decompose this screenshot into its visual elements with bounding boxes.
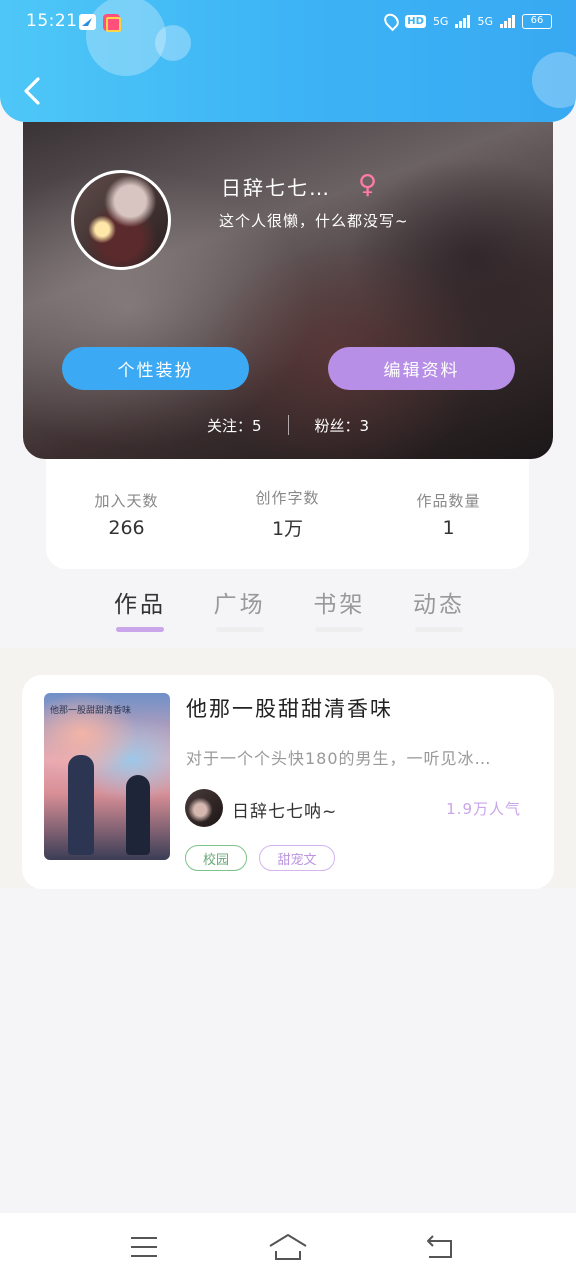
stat-word-count: 创作字数 1万 (218, 487, 358, 541)
stat-value: 266 (108, 516, 145, 539)
status-right: HD 5G 5G 66 (381, 10, 552, 32)
popularity-count: 1.9万人气 (446, 800, 521, 818)
follow-stats: 关注：5 粉丝：3 (23, 414, 553, 436)
author-name: 日辞七七呐~ (232, 802, 338, 822)
stat-join-days: 加入天数 266 (57, 490, 197, 539)
tab-activity[interactable]: 动态 (391, 585, 487, 635)
system-navbar (0, 1213, 576, 1280)
system-back-button[interactable] (420, 1231, 460, 1263)
work-title: 他那一股甜甜清香味 (186, 697, 393, 721)
stat-value: 1 (442, 516, 455, 539)
tab-bookshelf[interactable]: 书架 (291, 585, 387, 635)
profile-tabs: 作品 广场 书架 动态 (92, 585, 487, 635)
female-gender-icon: ♀ (358, 170, 378, 200)
cover-figure (68, 755, 94, 855)
stat-label: 创作字数 (255, 489, 320, 507)
return-icon (427, 1235, 452, 1258)
profile-card: 日辞七七… ♀ 这个人很懒，什么都没写~ 个性装扮 编辑资料 关注：5 粉丝：3 (23, 122, 553, 459)
stat-label: 作品数量 (416, 491, 481, 510)
followers-count[interactable]: 粉丝：3 (315, 415, 370, 436)
following-count[interactable]: 关注：5 (207, 415, 262, 436)
hd-badge: HD (405, 14, 426, 28)
battery-icon: 66 (522, 13, 552, 29)
tab-indicator (215, 627, 264, 632)
tab-indicator (414, 627, 463, 632)
status-bar: 15:21 HD 5G 5G 66 (0, 0, 576, 44)
tab-indicator (315, 627, 364, 632)
book-cover[interactable]: 他那一股甜甜清香味 (44, 693, 170, 860)
menu-icon (131, 1237, 157, 1257)
tab-label: 书架 (313, 592, 366, 618)
back-button[interactable] (18, 74, 46, 108)
tab-indicator (116, 627, 164, 632)
stat-label: 加入天数 (94, 491, 159, 510)
tag-sweet-romance: 甜宠文 (259, 845, 335, 871)
header: 15:21 HD 5G 5G 66 (0, 0, 576, 122)
cover-caption: 他那一股甜甜清香味 (50, 706, 132, 716)
menu-button[interactable] (124, 1231, 164, 1263)
stats-card: 加入天数 266 创作字数 1万 作品数量 1 (46, 459, 529, 569)
location-icon (381, 10, 403, 32)
author-avatar (185, 789, 223, 827)
tab-label: 作品 (114, 592, 166, 618)
signal-icon (455, 14, 471, 28)
dress-up-button[interactable]: 个性装扮 (62, 347, 249, 390)
cover-figure (126, 775, 150, 855)
send-app-icon (79, 14, 96, 30)
divider (287, 415, 289, 435)
stat-value: 1万 (271, 518, 304, 540)
tab-label: 广场 (213, 592, 266, 618)
app-notification-icon (103, 14, 121, 32)
network-label-2: 5G (477, 14, 493, 28)
work-description: 对于一个个头快180的男生，一听见冰… (186, 749, 492, 768)
stat-works-count: 作品数量 1 (379, 490, 519, 539)
username: 日辞七七… (221, 176, 331, 200)
chevron-left-icon (24, 77, 40, 105)
user-bio: 这个人很懒，什么都没写~ (219, 212, 409, 230)
status-time: 15:21 (26, 11, 78, 31)
decor-bubble (532, 52, 576, 108)
home-button[interactable] (268, 1231, 308, 1263)
signal-icon (500, 14, 515, 28)
work-card[interactable]: 他那一股甜甜清香味 他那一股甜甜清香味 对于一个个头快180的男生，一听见冰… … (22, 675, 554, 889)
tab-works[interactable]: 作品 (92, 585, 188, 635)
tab-square[interactable]: 广场 (192, 585, 288, 635)
home-icon (269, 1234, 307, 1260)
edit-profile-button[interactable]: 编辑资料 (328, 347, 515, 390)
avatar[interactable] (71, 170, 171, 270)
tag-campus: 校园 (185, 845, 247, 871)
tab-label: 动态 (412, 592, 465, 618)
network-label-1: 5G (432, 14, 449, 28)
